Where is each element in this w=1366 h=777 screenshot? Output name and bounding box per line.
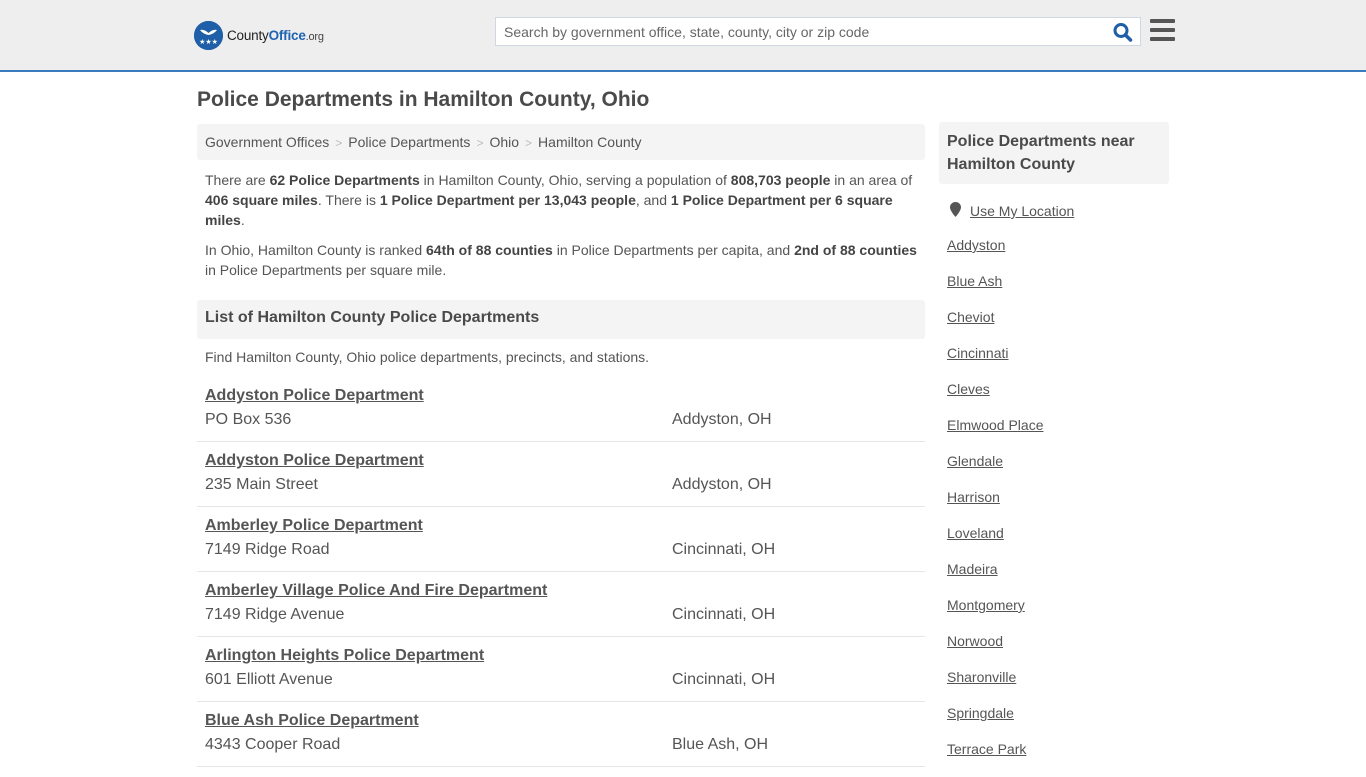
sidebar-link-norwood[interactable]: Norwood	[947, 633, 1044, 669]
sidebar-heading: Police Departments near Hamilton County	[939, 122, 1169, 184]
breadcrumb-separator: >	[335, 136, 343, 150]
intro-text: There are 62 Police Departments in Hamil…	[205, 170, 923, 290]
department-link[interactable]: Amberley Police Department	[205, 517, 423, 535]
svg-text:★★★: ★★★	[199, 38, 218, 46]
sidebar-link-sharonville[interactable]: Sharonville	[947, 669, 1044, 705]
department-address: 7149 Ridge Avenue	[205, 606, 345, 623]
sidebar-link-elmwood-place[interactable]: Elmwood Place	[947, 417, 1044, 453]
nearby-links: Addyston Blue Ash Cheviot Cincinnati Cle…	[947, 237, 1044, 777]
list-item: Addyston Police Department PO Box 536 Ad…	[197, 377, 925, 442]
map-pin-icon	[950, 202, 961, 220]
sidebar-link-terrace-park[interactable]: Terrace Park	[947, 741, 1044, 777]
intro-ranking-paragraph: In Ohio, Hamilton County is ranked 64th …	[205, 242, 917, 278]
department-city: Addyston, OH	[672, 476, 772, 493]
breadcrumb-hamilton-county: Hamilton County	[538, 134, 642, 150]
sidebar-link-montgomery[interactable]: Montgomery	[947, 597, 1044, 633]
department-address: 4343 Cooper Road	[205, 736, 341, 753]
department-city: Addyston, OH	[672, 411, 772, 428]
list-heading: List of Hamilton County Police Departmen…	[197, 300, 925, 339]
list-description: Find Hamilton County, Ohio police depart…	[205, 349, 650, 365]
list-item: Arlington Heights Police Department 601 …	[197, 637, 925, 702]
department-city: Cincinnati, OH	[672, 541, 776, 558]
list-item: Blue Ash Police Department 4343 Cooper R…	[197, 702, 925, 767]
sidebar-link-springdale[interactable]: Springdale	[947, 705, 1044, 741]
page-title: Police Departments in Hamilton County, O…	[197, 88, 650, 111]
sidebar-link-madeira[interactable]: Madeira	[947, 561, 1044, 597]
list-item: Amberley Village Police And Fire Departm…	[197, 572, 925, 637]
site-header: ★★★ CountyOffice.org	[0, 0, 1366, 72]
use-my-location: Use My Location	[950, 202, 1074, 220]
department-link[interactable]: Amberley Village Police And Fire Departm…	[205, 582, 547, 600]
site-logo[interactable]: ★★★ CountyOffice.org	[194, 20, 324, 50]
hamburger-menu-icon[interactable]	[1150, 19, 1175, 41]
search-input[interactable]	[496, 18, 1106, 45]
eagle-logo-icon: ★★★	[194, 20, 223, 50]
department-link[interactable]: Arlington Heights Police Department	[205, 647, 484, 665]
sidebar-link-loveland[interactable]: Loveland	[947, 525, 1044, 561]
breadcrumb-police-departments[interactable]: Police Departments	[348, 134, 470, 150]
list-item: Addyston Police Department 235 Main Stre…	[197, 442, 925, 507]
breadcrumb-separator: >	[476, 136, 484, 150]
department-link[interactable]: Addyston Police Department	[205, 452, 424, 470]
sidebar-link-glendale[interactable]: Glendale	[947, 453, 1044, 489]
intro-stats-paragraph: There are 62 Police Departments in Hamil…	[205, 172, 913, 228]
department-address: 601 Elliott Avenue	[205, 671, 333, 688]
sidebar-link-cincinnati[interactable]: Cincinnati	[947, 345, 1044, 381]
logo-text: CountyOffice.org	[227, 27, 324, 43]
department-link[interactable]: Addyston Police Department	[205, 387, 424, 405]
search-icon[interactable]	[1112, 22, 1134, 42]
sidebar-link-addyston[interactable]: Addyston	[947, 237, 1044, 273]
department-address: 235 Main Street	[205, 476, 318, 493]
department-city: Cincinnati, OH	[672, 606, 776, 623]
breadcrumb-government-offices[interactable]: Government Offices	[205, 134, 329, 150]
breadcrumb-separator: >	[525, 136, 533, 150]
breadcrumb-ohio[interactable]: Ohio	[489, 134, 519, 150]
list-item: Amberley Police Department 7149 Ridge Ro…	[197, 507, 925, 572]
department-city: Blue Ash, OH	[672, 736, 769, 753]
department-list: Addyston Police Department PO Box 536 Ad…	[197, 377, 925, 767]
sidebar-link-harrison[interactable]: Harrison	[947, 489, 1044, 525]
sidebar-link-cleves[interactable]: Cleves	[947, 381, 1044, 417]
use-my-location-link[interactable]: Use My Location	[970, 203, 1074, 219]
department-address: 7149 Ridge Road	[205, 541, 330, 558]
search-box	[495, 17, 1141, 46]
department-city: Cincinnati, OH	[672, 671, 776, 688]
breadcrumb: Government Offices > Police Departments > Oh…	[197, 124, 925, 160]
sidebar-link-cheviot[interactable]: Cheviot	[947, 309, 1044, 345]
department-address: PO Box 536	[205, 411, 292, 428]
sidebar-link-blue-ash[interactable]: Blue Ash	[947, 273, 1044, 309]
department-link[interactable]: Blue Ash Police Department	[205, 712, 419, 730]
